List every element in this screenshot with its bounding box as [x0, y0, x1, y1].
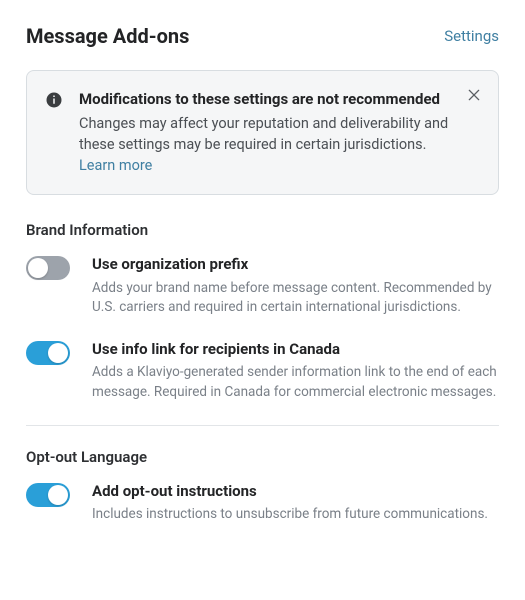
- optout-instructions-description: Includes instructions to unsubscribe fro…: [92, 505, 499, 525]
- info-icon: [45, 91, 63, 109]
- org-prefix-toggle[interactable]: [26, 256, 70, 280]
- notice-body-text: Changes may affect your reputation and d…: [79, 115, 448, 153]
- org-prefix-description: Adds your brand name before message cont…: [92, 279, 499, 318]
- optout-instructions-label: Add opt-out instructions: [92, 482, 499, 502]
- canada-info-link-label: Use info link for recipients in Canada: [92, 340, 499, 360]
- org-prefix-label: Use organization prefix: [92, 255, 499, 275]
- canada-info-link-toggle[interactable]: [26, 341, 70, 365]
- canada-info-link-description: Adds a Klaviyo-generated sender informat…: [92, 363, 499, 402]
- brand-information-heading: Brand Information: [26, 221, 499, 239]
- settings-link[interactable]: Settings: [444, 27, 499, 45]
- notice-body: Changes may affect your reputation and d…: [79, 113, 456, 176]
- setting-row-canada-info-link: Use info link for recipients in Canada A…: [26, 340, 499, 426]
- optout-instructions-toggle[interactable]: [26, 483, 70, 507]
- setting-row-optout-instructions: Add opt-out instructions Includes instru…: [26, 482, 499, 547]
- page-header: Message Add-ons Settings: [26, 24, 499, 48]
- notice-content: Modifications to these settings are not …: [79, 89, 480, 176]
- page-title: Message Add-ons: [26, 24, 189, 48]
- optout-language-heading: Opt-out Language: [26, 448, 499, 466]
- warning-notice: Modifications to these settings are not …: [26, 70, 499, 195]
- learn-more-link[interactable]: Learn more: [79, 157, 152, 174]
- close-notice-button[interactable]: [464, 85, 484, 105]
- close-icon: [466, 91, 482, 106]
- notice-title: Modifications to these settings are not …: [79, 89, 456, 109]
- setting-row-org-prefix: Use organization prefix Adds your brand …: [26, 255, 499, 340]
